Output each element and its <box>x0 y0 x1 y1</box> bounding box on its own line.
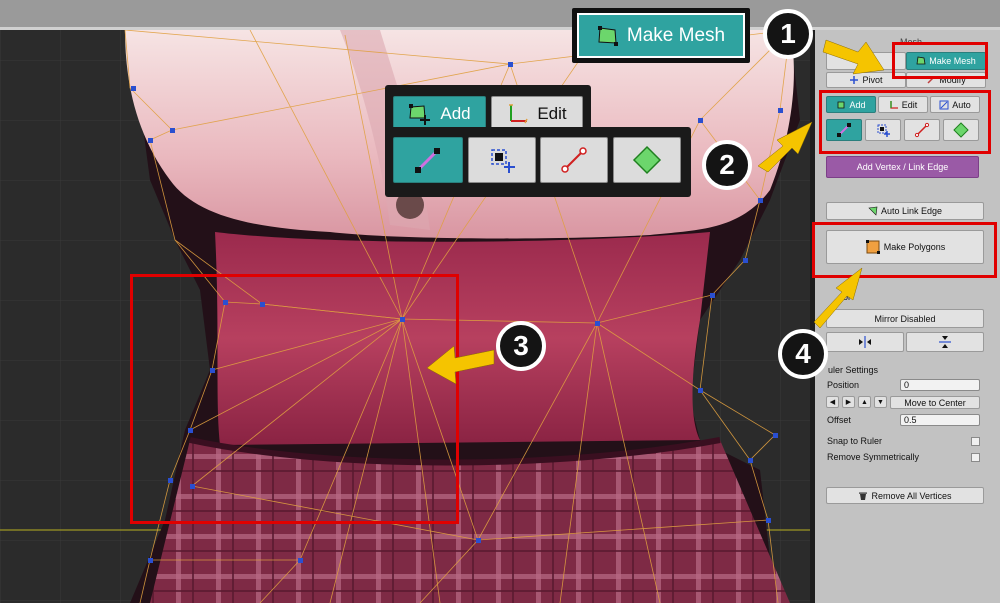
arrow-3-icon <box>426 345 495 385</box>
arrow-2-icon <box>757 121 813 173</box>
step-4-badge: 4 <box>778 329 828 379</box>
step-1-badge: 1 <box>763 9 813 59</box>
annotation-arrows <box>426 39 885 385</box>
arrow-4-icon <box>813 267 863 329</box>
step-3-badge: 3 <box>496 321 546 371</box>
arrow-1-icon <box>822 39 885 75</box>
step-2-badge: 2 <box>702 140 752 190</box>
